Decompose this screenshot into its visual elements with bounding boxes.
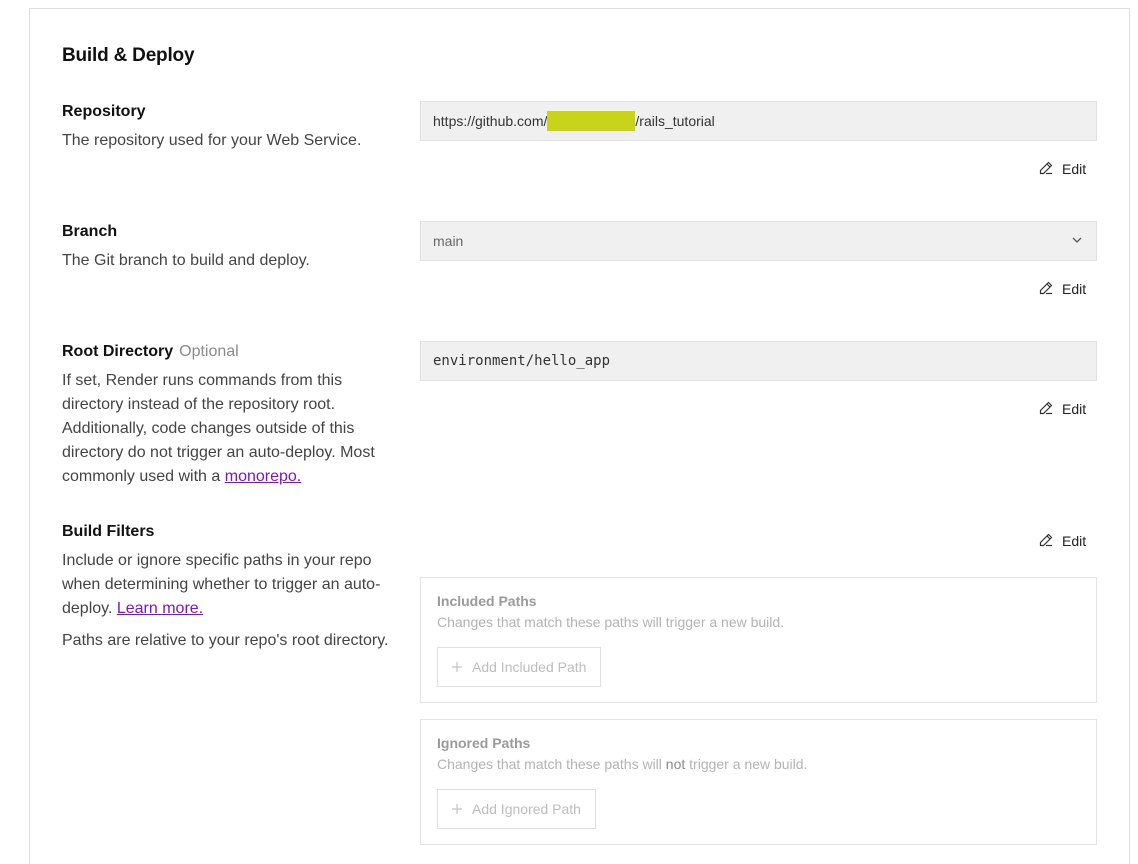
edit-label: Edit <box>1062 281 1087 297</box>
optional-tag: Optional <box>179 343 239 360</box>
build-filters-description: Include or ignore specific paths in your… <box>62 549 392 621</box>
plus-icon <box>452 659 462 675</box>
section-title: Build & Deploy <box>62 45 195 66</box>
repository-url-prefix: https://github.com/ <box>433 113 548 129</box>
root-directory-description-text: If set, Render runs commands from this d… <box>62 372 375 485</box>
redacted-username <box>547 111 636 131</box>
branch-edit-button[interactable]: Edit <box>1038 278 1086 300</box>
root-directory-title: Root Directory <box>62 343 174 360</box>
root-directory-edit-button[interactable]: Edit <box>1038 398 1086 420</box>
monorepo-link[interactable]: monorepo. <box>225 468 302 485</box>
ignored-subtitle-after: trigger a new build. <box>689 756 808 772</box>
edit-label: Edit <box>1062 533 1087 549</box>
repository-description: The repository used for your Web Service… <box>62 132 362 149</box>
pencil-icon <box>1038 400 1054 419</box>
add-ignored-path-label: Add Ignored Path <box>472 801 581 817</box>
ignored-paths-panel: Ignored Paths Changes that match these p… <box>420 719 1097 845</box>
plus-icon <box>452 801 462 817</box>
ignored-subtitle-before: Changes that match these paths will <box>437 756 662 772</box>
add-included-path-label: Add Included Path <box>472 659 587 675</box>
root-directory-description: If set, Render runs commands from this d… <box>62 369 392 489</box>
branch-label: Branch <box>62 223 118 240</box>
pencil-icon <box>1038 532 1054 551</box>
pencil-icon <box>1038 160 1054 179</box>
branch-description: The Git branch to build and deploy. <box>62 252 310 269</box>
repository-url-suffix: /rails_tutorial <box>635 113 715 129</box>
root-directory-field: environment/hello_app <box>420 341 1097 381</box>
build-filters-description-text: Include or ignore specific paths in your… <box>62 552 381 617</box>
repository-edit-button[interactable]: Edit <box>1038 158 1086 180</box>
build-filters-label: Build Filters <box>62 523 155 540</box>
branch-value: main <box>433 233 464 249</box>
build-filters-note: Paths are relative to your repo's root d… <box>62 632 389 649</box>
add-included-path-button[interactable]: Add Included Path <box>437 647 602 687</box>
ignored-paths-title: Ignored Paths <box>437 735 531 751</box>
repository-field: https://github.com/ /rails_tutorial <box>420 101 1097 141</box>
chevron-down-icon <box>1070 233 1084 250</box>
build-filters-edit-button[interactable]: Edit <box>1038 530 1086 552</box>
build-deploy-card: Build & Deploy Repository The repository… <box>29 8 1130 864</box>
root-directory-label: Root Directory Optional <box>62 343 239 361</box>
repository-label: Repository <box>62 103 146 120</box>
included-paths-panel: Included Paths Changes that match these … <box>420 577 1097 703</box>
pencil-icon <box>1038 280 1054 299</box>
branch-select[interactable]: main <box>420 221 1097 261</box>
ignored-paths-subtitle: Changes that match these paths will not … <box>437 756 1080 772</box>
edit-label: Edit <box>1062 161 1087 177</box>
add-ignored-path-button[interactable]: Add Ignored Path <box>437 789 596 829</box>
included-paths-subtitle: Changes that match these paths will trig… <box>437 614 785 630</box>
learn-more-link[interactable]: Learn more. <box>117 600 203 617</box>
edit-label: Edit <box>1062 401 1087 417</box>
included-paths-title: Included Paths <box>437 593 537 609</box>
ignored-subtitle-em: not <box>665 756 686 772</box>
